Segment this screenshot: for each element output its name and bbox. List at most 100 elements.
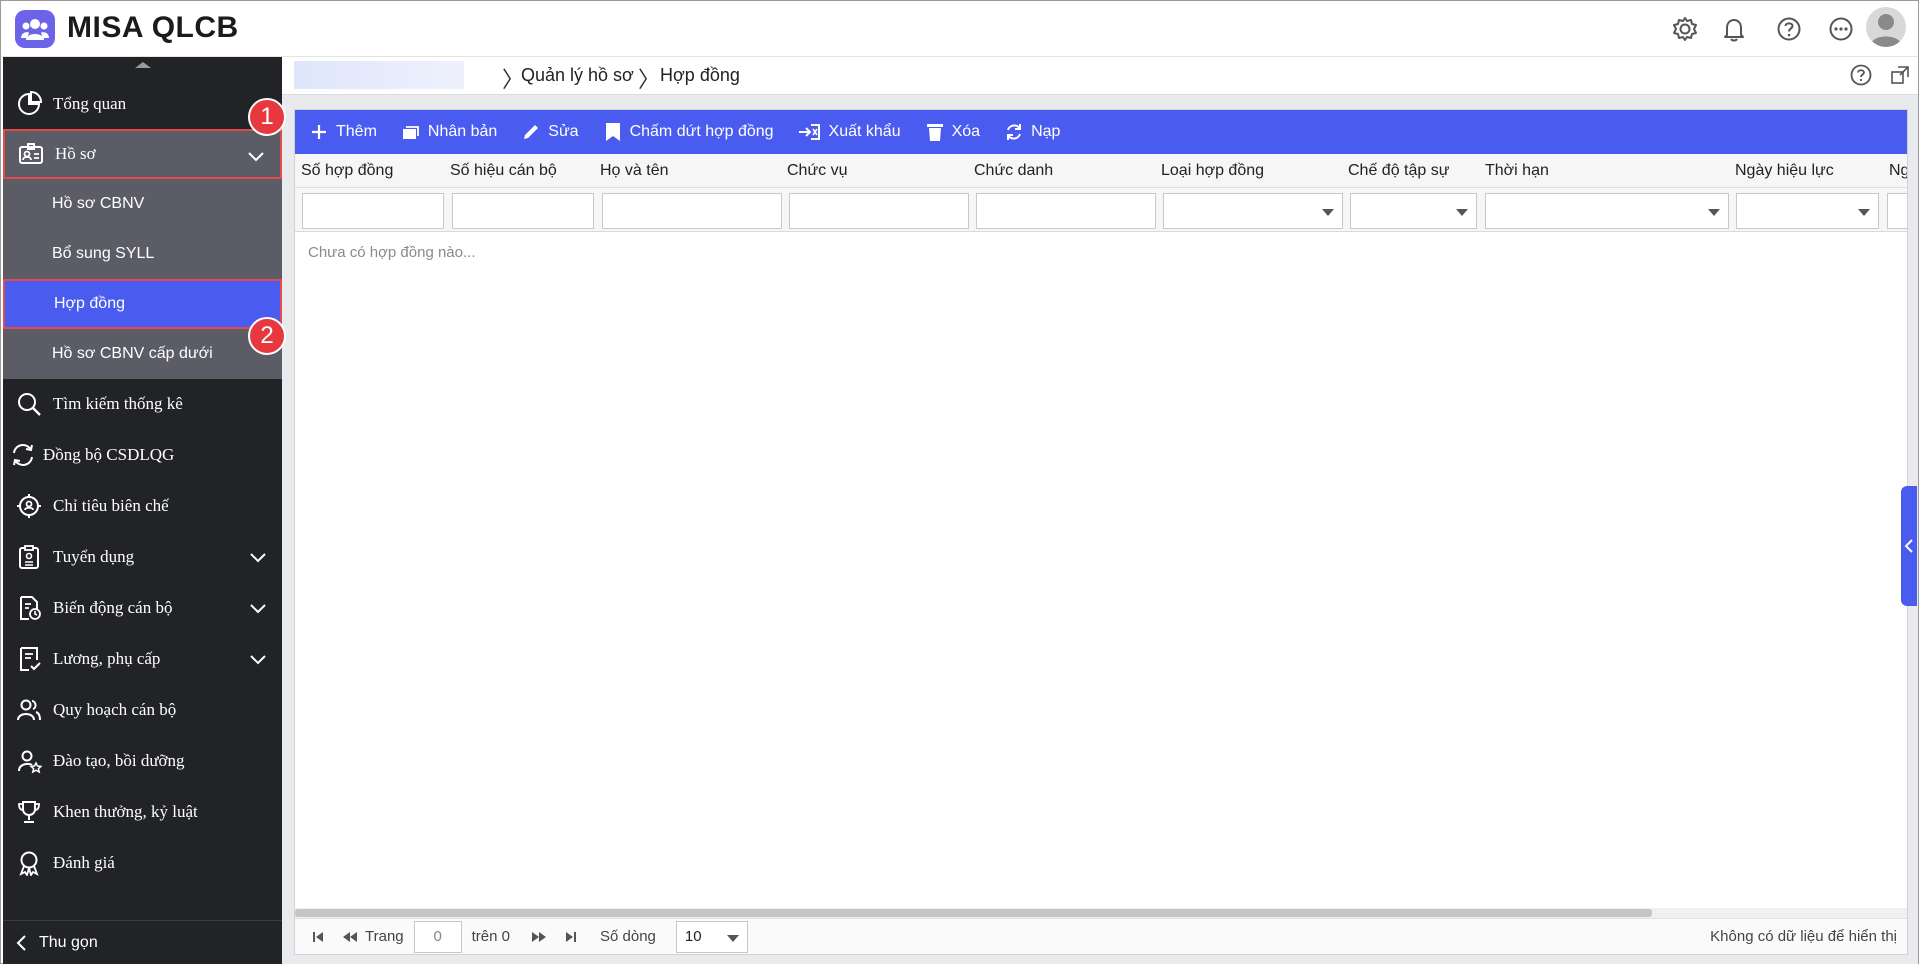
edit-button[interactable]: Sửa [521, 110, 579, 154]
sidebar-item-tong-quan[interactable]: Tổng quan [3, 79, 282, 129]
horizontal-scrollbar[interactable] [295, 908, 1907, 918]
page-of-label: trên 0 [471, 928, 510, 945]
chevron-down-icon [250, 553, 266, 563]
scroll-up-icon[interactable] [123, 61, 163, 69]
breadcrumb-item-quan-ly-ho-so[interactable]: Quản lý hồ sơ [521, 65, 634, 86]
sidebar-item-tim-kiem[interactable]: Tìm kiếm thống kê [3, 379, 282, 429]
target-icon [13, 490, 45, 522]
table-header: Số hợp đồng Số hiệu cán bộ Họ và tên Chứ… [295, 154, 1907, 188]
filter-ho-va-ten-input[interactable] [602, 193, 782, 229]
bell-icon[interactable] [1720, 15, 1748, 43]
help-icon[interactable] [1775, 15, 1803, 43]
sidebar-item-label: Chỉ tiêu biên chế [53, 496, 169, 515]
sidebar-subitem-ho-so-cbnv-cap-duoi[interactable]: Hồ sơ CBNV cấp dưới [3, 329, 282, 379]
sidebar: Tổng quan Hồ sơ Hồ sơ CBNV Bổ sung SYLL … [3, 57, 282, 964]
column-header-so-hop-dong[interactable]: Số hợp đồng [301, 162, 393, 180]
column-header-ho-va-ten[interactable]: Họ và tên [600, 162, 668, 180]
sidebar-subitem-bo-sung-syll[interactable]: Bổ sung SYLL [3, 229, 282, 279]
reload-button[interactable]: Nạp [1004, 110, 1060, 154]
sidebar-item-tuyen-dung[interactable]: Tuyển dụng [3, 532, 282, 582]
contract-grid-panel: Thêm Nhân bản Sửa Chấm dứt hợp đồng Xuất… [294, 109, 1908, 955]
filter-che-do-tap-su-select[interactable] [1350, 193, 1477, 229]
sidebar-item-quy-hoach[interactable]: Quy hoạch cán bộ [3, 685, 282, 735]
next-page-icon[interactable] [530, 928, 548, 946]
column-header-truncated[interactable]: Ng [1889, 162, 1907, 180]
chevron-down-icon [248, 152, 264, 162]
column-header-loai-hop-dong[interactable]: Loại hợp đồng [1161, 162, 1264, 180]
column-header-chuc-vu[interactable]: Chức vụ [787, 162, 848, 180]
sidebar-item-label: Tìm kiếm thống kê [53, 394, 183, 413]
column-header-thoi-han[interactable]: Thời hạn [1485, 162, 1549, 180]
avatar[interactable] [1866, 7, 1906, 47]
terminate-contract-button[interactable]: Chấm dứt hợp đồng [603, 110, 774, 154]
blurred-breadcrumb-segment [294, 61, 464, 89]
document-chart-icon [13, 592, 45, 624]
duplicate-button[interactable]: Nhân bản [401, 110, 497, 154]
rows-per-page-label: Số dòng [600, 928, 656, 945]
popout-icon[interactable] [1890, 65, 1910, 85]
filter-chuc-danh-input[interactable] [976, 193, 1156, 229]
column-header-ngay-hieu-luc[interactable]: Ngày hiệu lực [1735, 162, 1834, 180]
help-icon[interactable] [1849, 63, 1873, 87]
sidebar-item-bien-dong[interactable]: Biến động cán bộ [3, 583, 282, 633]
dropdown-arrow-icon [1708, 209, 1720, 216]
sidebar-subitem-ho-so-cbnv[interactable]: Hồ sơ CBNV [3, 179, 282, 229]
column-header-chuc-danh[interactable]: Chức danh [974, 162, 1053, 180]
sidebar-item-label: Đào tạo, bồi dưỡng [53, 751, 185, 770]
pagination-status: Không có dữ liệu để hiển thị [1710, 928, 1897, 945]
pencil-icon [521, 122, 541, 142]
add-button-label: Thêm [336, 123, 377, 140]
page-number-input[interactable]: 0 [413, 920, 462, 953]
gear-icon[interactable] [1671, 15, 1699, 43]
sidebar-item-khen-thuong[interactable]: Khen thưởng, kỷ luật [3, 787, 282, 837]
sidebar-item-label: Hồ sơ [55, 144, 96, 163]
sidebar-item-label: Quy hoạch cán bộ [53, 700, 177, 719]
collapse-sidebar-button[interactable]: Thu gọn [3, 920, 282, 964]
chevron-down-icon [250, 604, 266, 614]
filter-loai-hop-dong-select[interactable] [1163, 193, 1343, 229]
last-page-icon[interactable] [562, 928, 580, 946]
more-icon[interactable] [1827, 15, 1855, 43]
app-logo[interactable] [15, 10, 55, 48]
column-header-che-do-tap-su[interactable]: Chế độ tập sự [1348, 162, 1449, 180]
column-header-so-hieu-can-bo[interactable]: Số hiệu cán bộ [450, 162, 557, 180]
receipt-icon [13, 643, 45, 675]
export-button-label: Xuất khẩu [828, 123, 901, 140]
bookmark-icon [603, 122, 623, 142]
duplicate-button-label: Nhân bản [427, 123, 498, 140]
duplicate-icon [401, 122, 421, 142]
delete-button[interactable]: Xóa [925, 110, 980, 154]
trash-icon [925, 122, 945, 142]
sidebar-item-label: Biến động cán bộ [53, 598, 173, 617]
rows-per-page-select[interactable]: 10 [675, 920, 748, 953]
sidebar-item-dao-tao[interactable]: Đào tạo, bồi dưỡng [3, 736, 282, 786]
filter-so-hop-dong-input[interactable] [302, 193, 444, 229]
delete-button-label: Xóa [951, 123, 981, 140]
export-button[interactable]: Xuất khẩu [798, 110, 901, 154]
chevron-down-icon [250, 655, 266, 665]
add-button[interactable]: Thêm [309, 110, 377, 154]
filter-truncated-input[interactable] [1887, 193, 1907, 229]
users-icon [13, 694, 45, 726]
edit-button-label: Sửa [548, 123, 579, 140]
sidebar-item-luong[interactable]: Lương, phụ cấp [3, 634, 282, 684]
filter-thoi-han-select[interactable] [1485, 193, 1729, 229]
horizontal-scrollbar-thumb[interactable] [295, 909, 1652, 917]
filter-ngay-hieu-luc-select[interactable] [1736, 193, 1879, 229]
step-badge-2: 2 [248, 317, 286, 355]
filter-chuc-vu-input[interactable] [789, 193, 969, 229]
sidebar-item-chi-tieu[interactable]: Chỉ tiêu biên chế [3, 481, 282, 531]
first-page-icon[interactable] [309, 928, 327, 946]
page-label: Trang [365, 928, 404, 945]
filter-row [295, 188, 1907, 232]
sidebar-item-ho-so[interactable]: Hồ sơ [3, 129, 282, 179]
filter-so-hieu-can-bo-input[interactable] [452, 193, 594, 229]
empty-message: Chưa có hợp đồng nào... [308, 244, 476, 261]
sidebar-item-dong-bo[interactable]: Đồng bộ CSDLQG [3, 430, 282, 480]
app-title: MISA QLCB [67, 11, 239, 44]
sidebar-item-danh-gia[interactable]: Đánh giá [3, 838, 282, 888]
side-panel-toggle[interactable] [1901, 486, 1917, 606]
sidebar-item-label: Tuyển dụng [53, 547, 135, 566]
previous-page-icon[interactable] [341, 928, 359, 946]
sidebar-subitem-hop-dong[interactable]: Hợp đồng [3, 279, 282, 329]
